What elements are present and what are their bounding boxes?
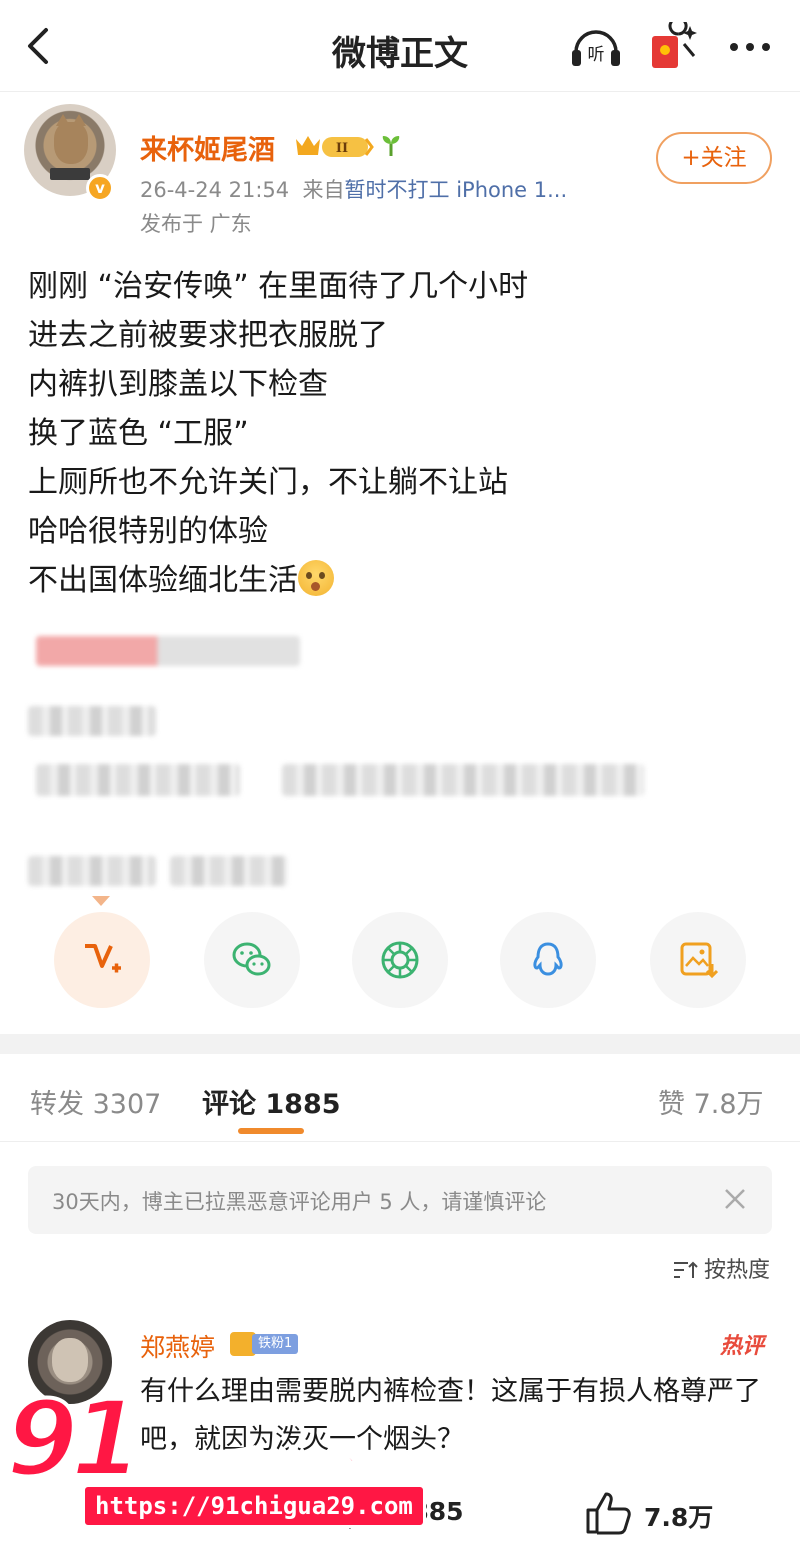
repost-icon xyxy=(102,1498,134,1522)
v-plus-icon xyxy=(85,944,121,973)
member-crown-icon[interactable]: II xyxy=(292,131,376,161)
fan-label: 铁粉1 xyxy=(252,1334,299,1354)
flushed-face-icon xyxy=(298,560,334,596)
sprout-icon xyxy=(382,136,400,156)
source-prefix: 来自 xyxy=(302,178,345,202)
hot-comment-badge: 热评 xyxy=(719,1334,764,1359)
redacted-text xyxy=(28,856,156,886)
v-plus-share-button[interactable] xyxy=(54,912,150,1008)
close-icon[interactable] xyxy=(720,1184,750,1214)
notice-text: 30天内，博主已拉黑恶意评论用户 5 人，请谨慎评论 xyxy=(52,1190,547,1214)
interaction-tabs: 转发 3307 评论 1885 赞 7.8万 xyxy=(0,1054,800,1142)
moments-icon xyxy=(381,941,419,979)
post-source-link[interactable]: 暂时不打工 iPhone 1... xyxy=(345,178,568,202)
red-packet-icon[interactable] xyxy=(644,22,700,72)
like-count: 7.8万 xyxy=(644,1503,714,1532)
post-time: 26-4-24 21:54 xyxy=(140,178,290,202)
post-line: 刚刚 “治安传唤” 在里面待了几个小时 xyxy=(28,269,529,304)
post-line: 上厕所也不允许关门，不让躺不让站 xyxy=(28,465,508,500)
fan-badge: 铁粉1 xyxy=(230,1332,306,1356)
tab-repost[interactable]: 转发 3307 xyxy=(30,1082,161,1121)
redacted-text xyxy=(170,856,288,886)
wechat-icon xyxy=(232,942,271,976)
post-meta: 26-4-24 21:54 来自暂时不打工 iPhone 1... xyxy=(140,174,567,204)
section-divider xyxy=(0,1034,800,1054)
sort-toggle[interactable]: 按热度 xyxy=(672,1252,770,1284)
tab-comments[interactable]: 评论 1885 xyxy=(202,1082,341,1121)
post-content: 刚刚 “治安传唤” 在里面待了几个小时 进去之前被要求把衣服脱了 内裤扒到膝盖以… xyxy=(28,262,768,605)
comment-count: 1885 xyxy=(394,1497,464,1526)
sort-icon xyxy=(673,1261,698,1278)
like-action[interactable]: 7.8万 xyxy=(584,1490,713,1536)
moments-share-button[interactable] xyxy=(352,912,448,1008)
top-nav: 微博正文 听 xyxy=(0,0,800,92)
author-header: v 来杯姬尾酒 II 26-4-24 21:54 来自暂时不打工 iPhone … xyxy=(24,104,784,244)
active-tab-indicator xyxy=(238,1128,304,1134)
listen-label: 听 xyxy=(588,45,605,65)
post-line: 哈哈很特别的体验 xyxy=(28,514,268,549)
commenter-avatar[interactable] xyxy=(28,1320,112,1404)
qq-share-button[interactable] xyxy=(500,912,596,1008)
post-location: 发布于 广东 xyxy=(140,212,252,236)
post-line: 换了蓝色 “工服” xyxy=(28,416,249,451)
redacted-text xyxy=(28,706,156,736)
save-image-share-button[interactable] xyxy=(650,912,746,1008)
repost-action[interactable] xyxy=(96,1490,148,1530)
redacted-text xyxy=(282,764,644,796)
comment-icon xyxy=(340,1494,382,1529)
blocked-users-notice: 30天内，博主已拉黑恶意评论用户 5 人，请谨慎评论 xyxy=(28,1166,772,1234)
redacted-text xyxy=(36,636,300,666)
author-name[interactable]: 来杯姬尾酒 xyxy=(140,128,275,167)
share-caret xyxy=(92,896,110,906)
post-line: 进去之前被要求把衣服脱了 xyxy=(28,318,388,353)
save-image-icon xyxy=(680,942,718,979)
level-badge: II xyxy=(336,141,348,156)
post-line-last: 不出国体验缅北生活 xyxy=(28,556,768,605)
tab-likes[interactable]: 赞 7.8万 xyxy=(658,1082,764,1121)
comment-text: 有什么理由需要脱内裤检查！这属于有损人格尊严了吧，就因为泼灭一个烟头？ xyxy=(140,1376,761,1455)
commenter-name[interactable]: 郑燕婷 xyxy=(140,1328,215,1364)
qq-icon xyxy=(533,942,563,976)
listen-icon[interactable]: 听 xyxy=(568,22,624,72)
more-icon[interactable] xyxy=(722,22,778,72)
follow-button[interactable]: +关注 xyxy=(656,132,772,184)
wechat-share-button[interactable] xyxy=(204,912,300,1008)
post-line: 不出国体验缅北生活 xyxy=(28,563,298,598)
comment-action[interactable]: 1885 xyxy=(336,1490,464,1530)
post-line: 内裤扒到膝盖以下检查 xyxy=(28,367,328,402)
verified-badge-icon: v xyxy=(86,174,114,202)
bottom-action-bar: 1885 7.8万 xyxy=(0,1468,800,1549)
thumbs-up-icon xyxy=(586,1492,631,1535)
comment-item: 郑燕婷 铁粉1 热评 有什么理由需要脱内裤检查！这属于有损人格尊严了吧，就因为泼… xyxy=(28,1320,772,1480)
cat-image xyxy=(54,114,88,164)
avatar-tag xyxy=(50,168,90,180)
redacted-text xyxy=(36,764,240,796)
sort-label: 按热度 xyxy=(703,1258,770,1283)
